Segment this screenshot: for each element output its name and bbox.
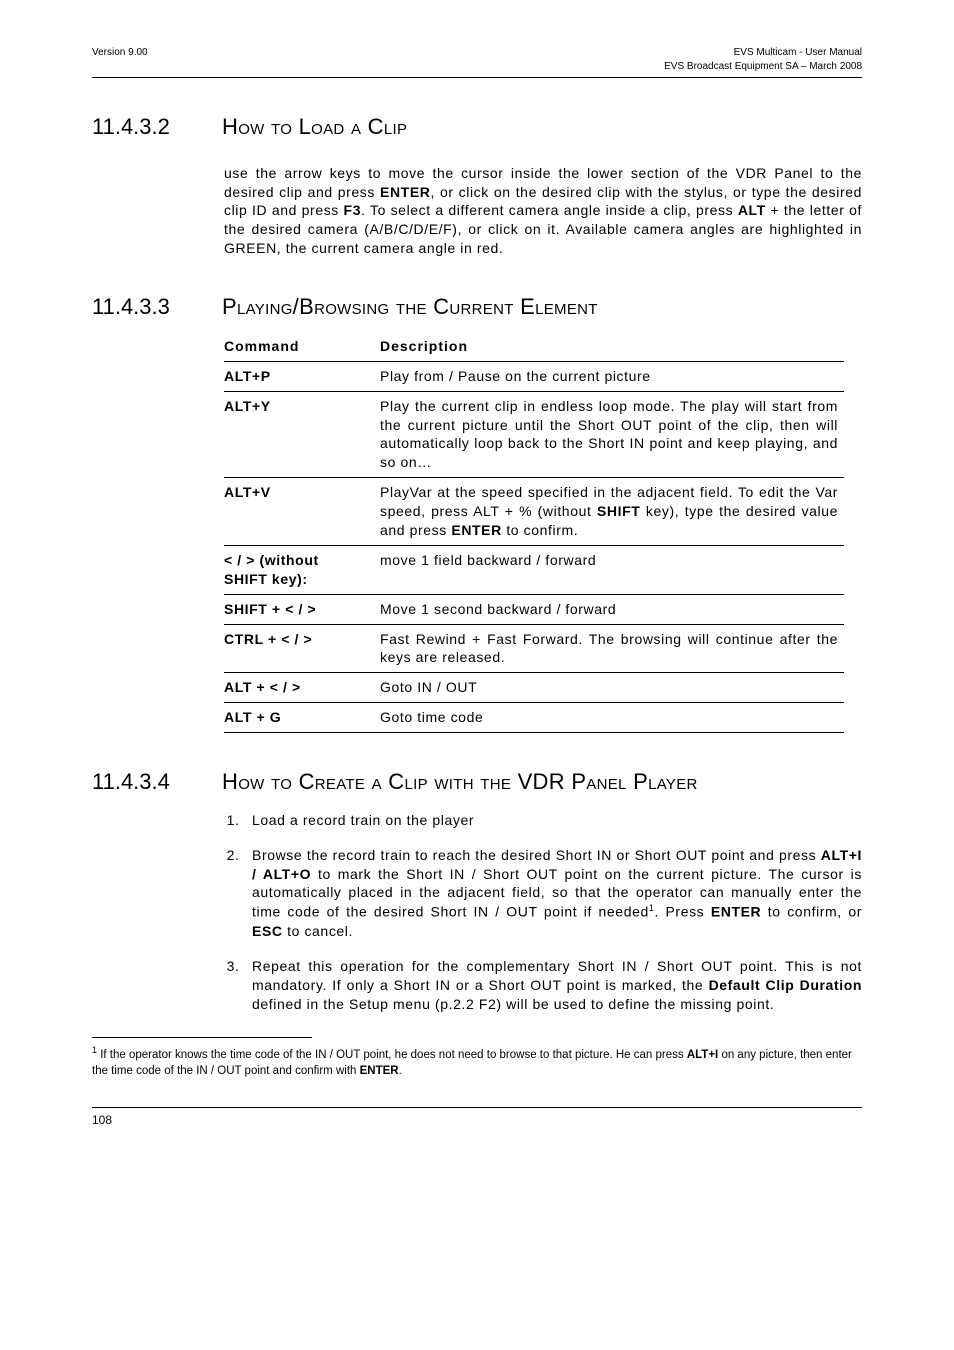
section-3-title: How to Create a Clip with the VDR Panel …: [222, 767, 698, 797]
text: . To select a different camera angle ins…: [361, 202, 738, 218]
table-row: SHIFT + < / > Move 1 second backward / f…: [224, 594, 844, 624]
cmd-key: ALT + < / >: [224, 673, 380, 703]
section-1-number: 11.4.3.2: [92, 112, 188, 142]
footnote: 1 If the operator knows the time code of…: [92, 1044, 862, 1079]
steps-list: Load a record train on the player Browse…: [244, 811, 862, 1014]
table-row: ALT+Y Play the current clip in endless l…: [224, 391, 844, 478]
cmd-desc: Fast Rewind + Fast Forward. The browsing…: [380, 624, 844, 673]
header-row: Version 9.00 EVS Multicam - User Manual …: [92, 46, 862, 73]
text: .: [399, 1065, 402, 1077]
header-rule: [92, 77, 862, 78]
section-3-number: 11.4.3.4: [92, 767, 188, 797]
text: . Press: [654, 904, 710, 920]
cmd-key: SHIFT + < / >: [224, 594, 380, 624]
header-right-line2: EVS Broadcast Equipment SA – March 2008: [664, 60, 862, 74]
table-row: ALT + G Goto time code: [224, 703, 844, 733]
footnote-rule: [92, 1037, 312, 1038]
cmd-key: ALT+Y: [224, 391, 380, 478]
text: If the operator knows the time code of t…: [97, 1049, 687, 1061]
key-f3: F3: [344, 202, 362, 218]
key-enter: ENTER: [711, 904, 761, 920]
section-1-title: How to Load a Clip: [222, 112, 407, 142]
section-1-heading: 11.4.3.2 How to Load a Clip: [92, 112, 862, 142]
table-header-row: Command Description: [224, 332, 844, 361]
cmd-key: CTRL + < / >: [224, 624, 380, 673]
command-table: Command Description ALT+P Play from / Pa…: [224, 332, 844, 733]
cmd-desc: Move 1 second backward / forward: [380, 594, 844, 624]
text: to confirm.: [502, 522, 578, 538]
section-2-number: 11.4.3.3: [92, 292, 188, 322]
col-command: Command: [224, 332, 380, 361]
key-shift: SHIFT: [597, 503, 640, 519]
text: defined in the Setup menu (p.2.2 F2) wil…: [252, 996, 774, 1012]
cmd-desc: move 1 field backward / forward: [380, 545, 844, 594]
table-row: ALT+P Play from / Pause on the current p…: [224, 361, 844, 391]
header-right: EVS Multicam - User Manual EVS Broadcast…: [664, 46, 862, 73]
header-right-line1: EVS Multicam - User Manual: [664, 46, 862, 60]
header-left: Version 9.00: [92, 46, 148, 60]
term-default-clip-duration: Default Clip Duration: [709, 977, 862, 993]
cmd-key: ALT+V: [224, 478, 380, 546]
table-row: ALT+V PlayVar at the speed specified in …: [224, 478, 844, 546]
step-text: Load a record train on the player: [252, 812, 474, 828]
key-esc: ESC: [252, 923, 283, 939]
section-1-paragraph: use the arrow keys to move the cursor in…: [224, 164, 862, 258]
key-alt: ALT: [738, 202, 766, 218]
table-row: < / > (without SHIFT key): move 1 field …: [224, 545, 844, 594]
section-2-heading: 11.4.3.3 Playing/Browsing the Current El…: [92, 292, 862, 322]
list-item: Repeat this operation for the complement…: [244, 957, 862, 1014]
footer-rule: [92, 1107, 862, 1108]
key-enter: ENTER: [451, 522, 501, 538]
cmd-key: ALT + G: [224, 703, 380, 733]
cmd-desc: Goto time code: [380, 703, 844, 733]
list-item: Load a record train on the player: [244, 811, 862, 830]
text: Browse the record train to reach the des…: [252, 847, 821, 863]
cmd-key: < / > (without SHIFT key):: [224, 545, 380, 594]
cmd-desc: PlayVar at the speed specified in the ad…: [380, 478, 844, 546]
key-alt-i: ALT+I: [687, 1049, 718, 1061]
section-3-heading: 11.4.3.4 How to Create a Clip with the V…: [92, 767, 862, 797]
text: to confirm, or: [761, 904, 862, 920]
cmd-desc: Play from / Pause on the current picture: [380, 361, 844, 391]
cmd-desc: Goto IN / OUT: [380, 673, 844, 703]
key-enter: ENTER: [380, 184, 430, 200]
cmd-desc: Play the current clip in endless loop mo…: [380, 391, 844, 478]
cmd-key: ALT+P: [224, 361, 380, 391]
table-row: ALT + < / > Goto IN / OUT: [224, 673, 844, 703]
key-enter: ENTER: [360, 1065, 399, 1077]
list-item: Browse the record train to reach the des…: [244, 846, 862, 941]
page-number: 108: [92, 1112, 862, 1128]
section-2-title: Playing/Browsing the Current Element: [222, 292, 598, 322]
table-row: CTRL + < / > Fast Rewind + Fast Forward.…: [224, 624, 844, 673]
col-description: Description: [380, 332, 844, 361]
text: to cancel.: [283, 923, 353, 939]
